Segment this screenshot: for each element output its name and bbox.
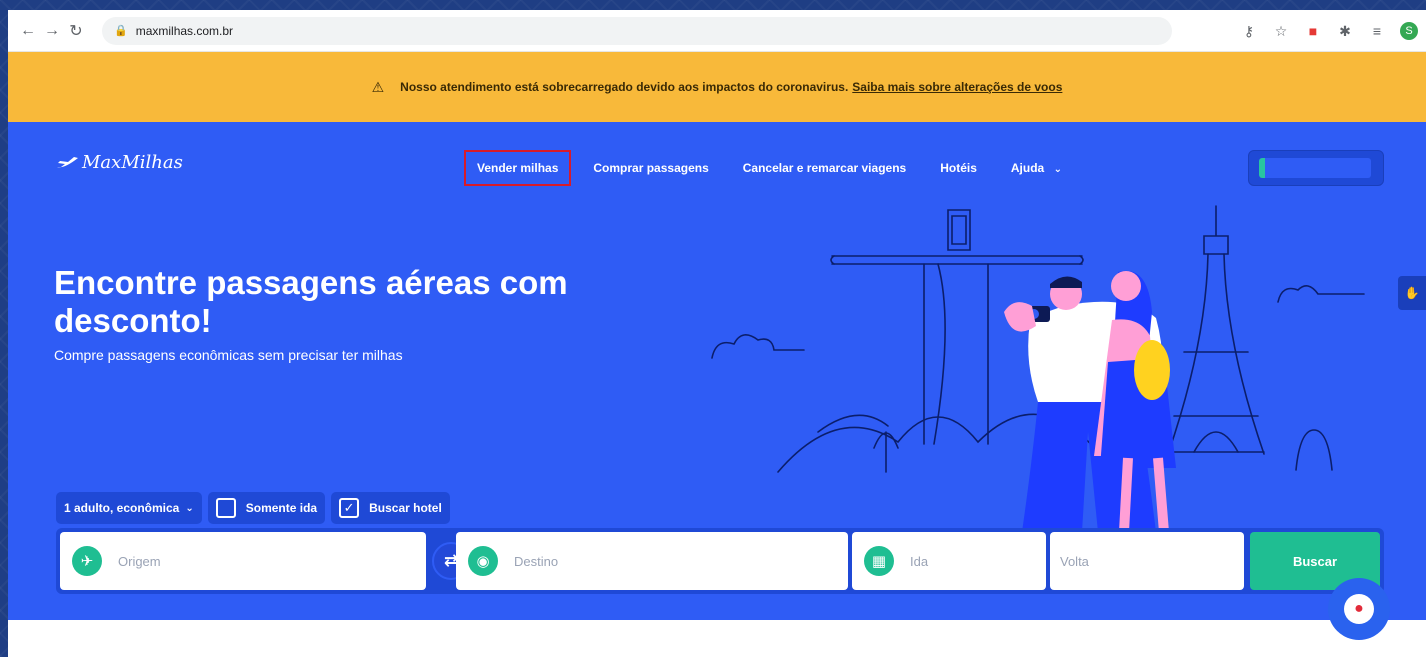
- hotel-label: Buscar hotel: [369, 501, 442, 515]
- warning-icon: ⚠: [371, 78, 385, 95]
- nav-comprar-passagens[interactable]: Comprar passagens: [583, 153, 718, 183]
- location-pin-icon: ◉: [468, 546, 498, 576]
- reading-list-icon[interactable]: ≡: [1368, 23, 1386, 39]
- flight-search-bar: ✈ Origem ⇄ ◉ Destino ▦ Ida Volta Buscar: [56, 528, 1384, 594]
- nav-vender-milhas[interactable]: Vender milhas: [464, 150, 572, 186]
- puzzle-icon[interactable]: ✱: [1336, 23, 1354, 40]
- hotel-checkbox[interactable]: ✓: [339, 498, 360, 518]
- video-extension-icon[interactable]: ■: [1304, 23, 1322, 39]
- forward-arrow-icon[interactable]: →: [40, 22, 64, 40]
- profile-avatar[interactable]: S: [1400, 22, 1418, 40]
- hero-title: Encontre passagens aéreas com desconto!: [54, 264, 568, 339]
- departure-placeholder: Ida: [910, 553, 929, 569]
- airplane-icon: ✈: [72, 546, 102, 576]
- covid-notice-banner: ⚠ Nosso atendimento está sobrecarregado …: [8, 52, 1426, 122]
- back-arrow-icon[interactable]: ←: [16, 22, 40, 40]
- main-nav: Vender milhas Comprar passagens Cancelar…: [464, 150, 1072, 186]
- chevron-down-icon: ⌄: [1053, 164, 1062, 175]
- notice-text: Nosso atendimento está sobrecarregado de…: [400, 80, 849, 94]
- chat-icon: ●: [1344, 594, 1374, 624]
- one-way-checkbox[interactable]: [215, 498, 236, 518]
- nav-hoteis[interactable]: Hotéis: [930, 153, 987, 183]
- passengers-label: 1 adulto, econômica: [64, 501, 180, 515]
- account-placeholder: [1259, 158, 1371, 178]
- lock-icon: 🔒: [114, 25, 128, 37]
- accessibility-tab-icon[interactable]: ✋: [1398, 276, 1426, 310]
- departure-date-field[interactable]: ▦ Ida: [852, 532, 1046, 590]
- notice-link[interactable]: Saiba mais sobre alterações de voos: [852, 80, 1062, 94]
- logo-text: MaxMilhas: [82, 152, 183, 173]
- hero-subtitle: Compre passagens econômicas sem precisar…: [54, 347, 403, 363]
- account-button[interactable]: [1248, 150, 1384, 186]
- maxmilhas-logo[interactable]: MaxMilhas: [56, 152, 183, 173]
- reload-icon[interactable]: ↻: [64, 21, 88, 41]
- nav-ajuda-label: Ajuda: [1010, 161, 1045, 175]
- key-icon[interactable]: ⚷: [1240, 23, 1258, 40]
- plane-logo-icon: [57, 156, 78, 167]
- return-date-field[interactable]: Volta: [1050, 532, 1244, 590]
- calendar-icon: ▦: [864, 546, 894, 576]
- hero-section: MaxMilhas Vender milhas Comprar passagen…: [8, 122, 1426, 620]
- extension-icons: ⚷ ☆ ■ ✱ ≡ S: [1240, 10, 1418, 52]
- nav-ajuda[interactable]: Ajuda ⌄: [1001, 153, 1072, 183]
- address-bar[interactable]: 🔒 maxmilhas.com.br: [102, 16, 1172, 45]
- destination-field[interactable]: ◉ Destino: [456, 532, 848, 590]
- origin-placeholder: Origem: [118, 553, 161, 569]
- nav-cancelar-remarcar[interactable]: Cancelar e remarcar viagens: [733, 153, 916, 183]
- browser-toolbar: ← → ↻ 🔒 maxmilhas.com.br ⚷ ☆ ■ ✱ ≡ S: [8, 10, 1426, 52]
- passengers-selector[interactable]: 1 adulto, econômica ⌄: [56, 492, 202, 524]
- destination-placeholder: Destino: [514, 553, 559, 569]
- chevron-down-icon: ⌄: [185, 502, 194, 514]
- browser-window: ← → ↻ 🔒 maxmilhas.com.br ⚷ ☆ ■ ✱ ≡ S ⚠ N…: [8, 10, 1426, 657]
- search-options: 1 adulto, econômica ⌄ Somente ida ✓ Busc…: [56, 492, 450, 524]
- hotel-option[interactable]: ✓ Buscar hotel: [331, 492, 450, 524]
- return-placeholder: Volta: [1060, 553, 1089, 569]
- travel-illustration: [711, 205, 1365, 532]
- one-way-label: Somente ida: [245, 501, 318, 515]
- chat-support-button[interactable]: ●: [1328, 578, 1390, 640]
- star-icon[interactable]: ☆: [1272, 23, 1290, 40]
- one-way-option[interactable]: Somente ida: [207, 492, 326, 524]
- origin-field[interactable]: ✈ Origem: [60, 532, 426, 590]
- url-text: maxmilhas.com.br: [135, 23, 234, 38]
